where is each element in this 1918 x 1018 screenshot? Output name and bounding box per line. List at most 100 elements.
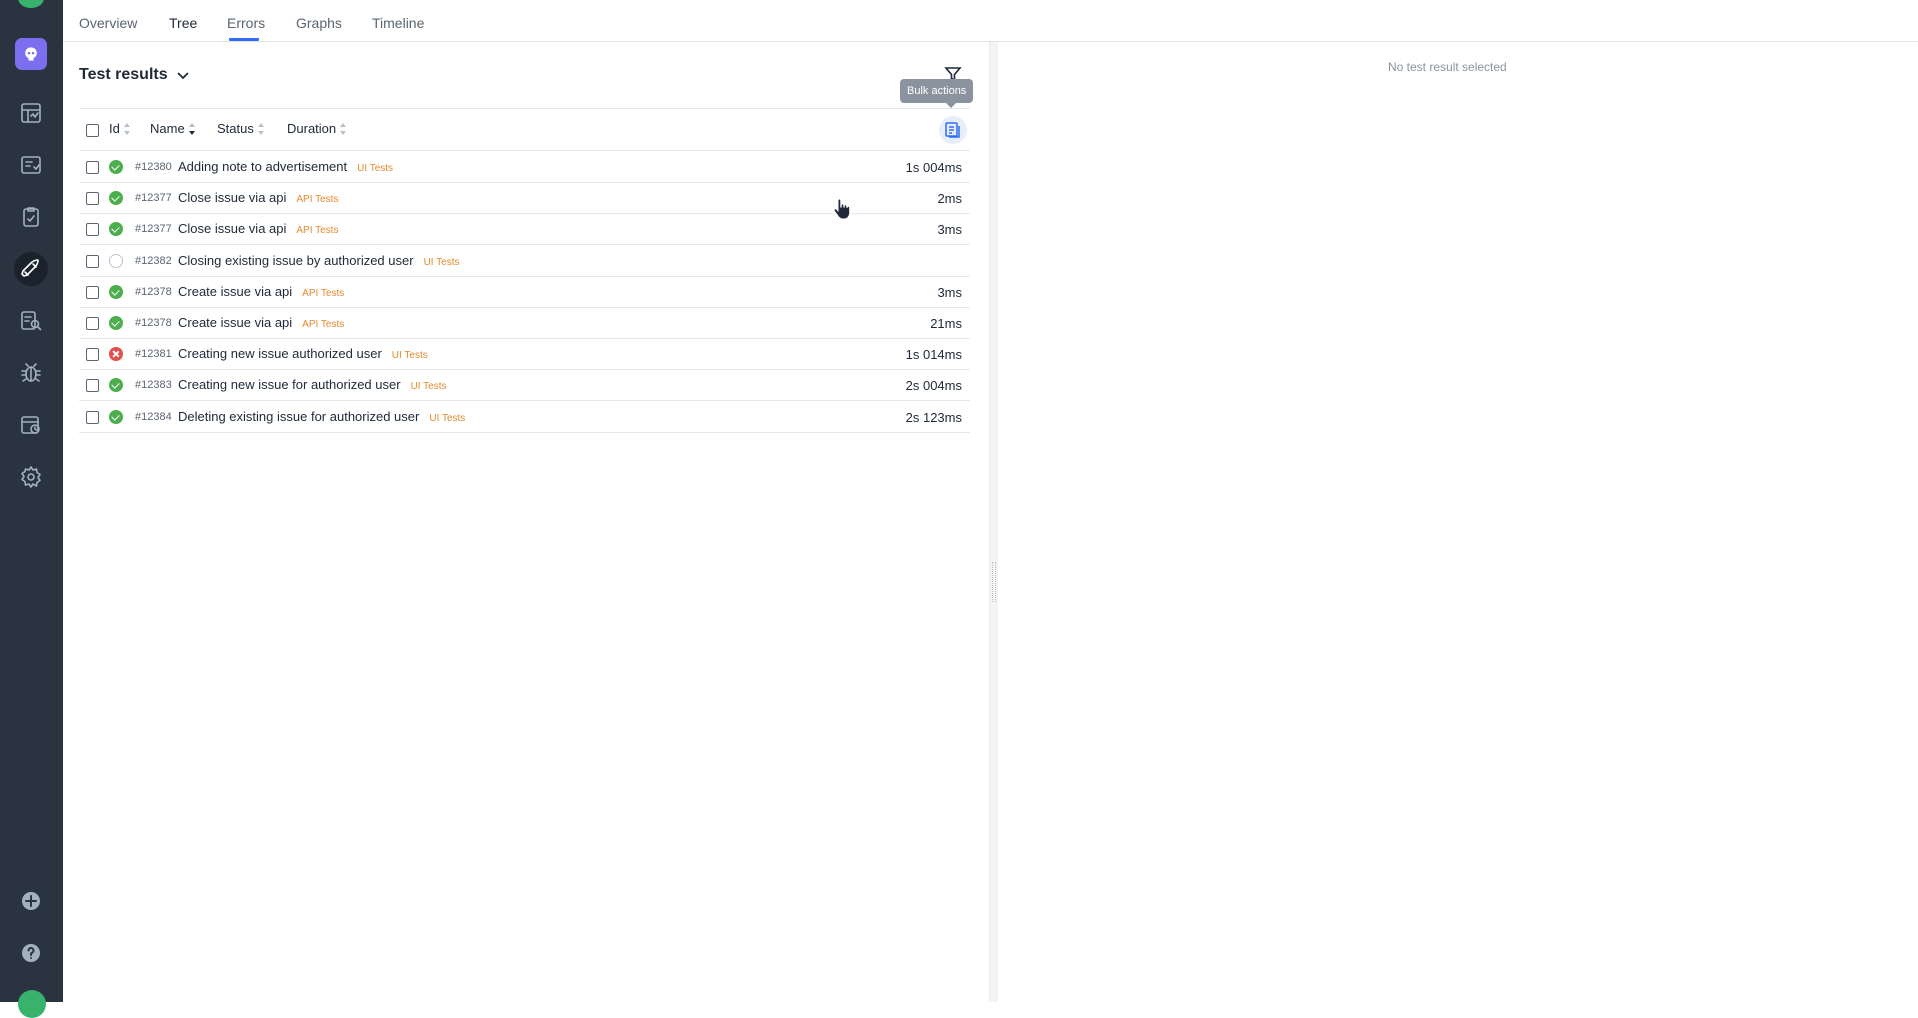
test-cases-icon[interactable] [14, 148, 48, 182]
row-tag: API Tests [296, 194, 339, 205]
tab-timeline[interactable]: Timeline [372, 15, 424, 31]
jobs-icon[interactable] [14, 408, 48, 442]
row-checkbox[interactable] [86, 317, 99, 330]
sidebar [0, 0, 63, 1018]
sort-icon [123, 122, 131, 135]
row-duration: 21ms [930, 316, 962, 331]
row-tag: UI Tests [423, 257, 460, 268]
row-name[interactable]: Creating new issue authorized user UI Tes… [178, 346, 428, 361]
column-duration-label: Duration [287, 121, 337, 136]
status-passed-icon [109, 191, 123, 205]
row-duration: 1s 004ms [905, 160, 962, 175]
divider [79, 108, 970, 109]
row-name[interactable]: Adding note to advertisement UI Tests [178, 159, 393, 174]
tab-errors[interactable]: Errors [227, 15, 265, 31]
row-duration: 1s 014ms [905, 347, 962, 362]
row-name-text: Create issue via api [178, 315, 293, 330]
row-id: #12382 [135, 255, 172, 267]
row-name[interactable]: Closing existing issue by authorized use… [178, 253, 460, 268]
column-duration[interactable]: Duration [287, 121, 347, 136]
row-name[interactable]: Close issue via api API Tests [178, 221, 338, 236]
launches-icon[interactable] [14, 252, 48, 286]
row-duration: 3ms [937, 222, 962, 237]
row-name-text: Creating new issue for authorized user [178, 377, 401, 392]
app-logo[interactable] [18, 0, 44, 8]
column-name[interactable]: Name [150, 121, 196, 136]
column-name-label: Name [150, 121, 185, 136]
table-row[interactable]: #12378 Create issue via api API Tests 3ms [79, 277, 970, 308]
status-passed-icon [109, 410, 123, 424]
row-name[interactable]: Creating new issue for authorized user UI… [178, 377, 447, 392]
tab-tree[interactable]: Tree [169, 15, 197, 31]
row-tag: UI Tests [357, 163, 394, 174]
tab-graphs[interactable]: Graphs [296, 15, 342, 31]
row-checkbox[interactable] [86, 411, 99, 424]
row-checkbox[interactable] [86, 286, 99, 299]
defects-icon[interactable] [14, 356, 48, 390]
row-id: #12377 [135, 192, 172, 204]
splitter-grip-icon[interactable] [992, 562, 996, 602]
row-name[interactable]: Create issue via api API Tests [178, 315, 344, 330]
row-name[interactable]: Create issue via api API Tests [178, 284, 344, 299]
test-plans-icon[interactable] [14, 200, 48, 234]
table-row[interactable]: #12381 Creating new issue authorized user… [79, 339, 970, 370]
sort-icon [257, 122, 265, 135]
row-name-text: Close issue via api [178, 190, 287, 205]
tab-bar: Overview Tree Errors Graphs Timeline [63, 0, 1918, 42]
column-status-label: Status [217, 121, 254, 136]
table-row[interactable]: #12384 Deleting existing issue for author… [79, 402, 970, 433]
tab-overview[interactable]: Overview [79, 15, 137, 31]
row-duration: 2s 123ms [905, 410, 962, 425]
results-title[interactable]: Test results [79, 66, 190, 84]
hand-cursor-icon [833, 198, 851, 220]
analytics-icon[interactable] [14, 304, 48, 338]
row-duration: 2s 004ms [905, 378, 962, 393]
brand-icon[interactable] [15, 38, 47, 70]
active-tab-indicator [229, 38, 259, 41]
sort-icon [340, 122, 347, 135]
column-id[interactable]: Id [109, 121, 131, 136]
table-row[interactable]: #12383 Creating new issue for authorized … [79, 370, 970, 401]
row-checkbox[interactable] [86, 192, 99, 205]
row-checkbox[interactable] [86, 161, 99, 174]
bulk-actions-tooltip: Bulk actions [900, 79, 974, 108]
row-name[interactable]: Close issue via api API Tests [178, 190, 338, 205]
row-tag: API Tests [296, 225, 339, 236]
table-row[interactable]: #12380 Adding note to advertisement UI Tes… [79, 152, 970, 183]
row-name-text: Adding note to advertisement [178, 159, 348, 174]
column-id-label: Id [109, 121, 120, 136]
settings-icon[interactable] [14, 460, 48, 494]
row-duration: 3ms [937, 285, 962, 300]
row-tag: UI Tests [410, 381, 447, 392]
status-passed-icon [109, 160, 123, 174]
status-unknown-icon [109, 254, 123, 268]
table-row[interactable]: #12378 Create issue via api API Tests 21ms [79, 308, 970, 339]
help-icon[interactable] [14, 936, 48, 970]
row-checkbox[interactable] [86, 348, 99, 361]
row-id: #12378 [135, 286, 172, 298]
table-row[interactable]: #12382 Closing existing issue by authoriz… [79, 246, 970, 277]
row-tag: UI Tests [391, 350, 428, 361]
column-status[interactable]: Status [217, 121, 265, 136]
row-id: #12381 [135, 348, 172, 360]
bulk-actions-button[interactable] [939, 116, 967, 144]
row-name[interactable]: Deleting existing issue for authorized u… [178, 409, 465, 424]
add-icon[interactable] [14, 884, 48, 918]
dashboard-icon[interactable] [14, 96, 48, 130]
status-passed-icon [109, 378, 123, 392]
status-passed-icon [109, 222, 123, 236]
select-all-checkbox[interactable] [86, 124, 99, 137]
row-checkbox[interactable] [86, 223, 99, 236]
status-passed-icon [109, 316, 123, 330]
row-checkbox[interactable] [86, 255, 99, 268]
row-name-text: Close issue via api [178, 221, 287, 236]
row-id: #12377 [135, 223, 172, 235]
pane-splitter[interactable] [989, 42, 998, 1002]
row-id: #12380 [135, 161, 172, 173]
row-id: #12378 [135, 317, 172, 329]
chevron-down-icon [176, 72, 189, 80]
row-name-text: Deleting existing issue for authorized u… [178, 409, 420, 424]
row-duration: 2ms [937, 191, 962, 206]
user-avatar[interactable] [18, 990, 46, 1018]
row-checkbox[interactable] [86, 379, 99, 392]
